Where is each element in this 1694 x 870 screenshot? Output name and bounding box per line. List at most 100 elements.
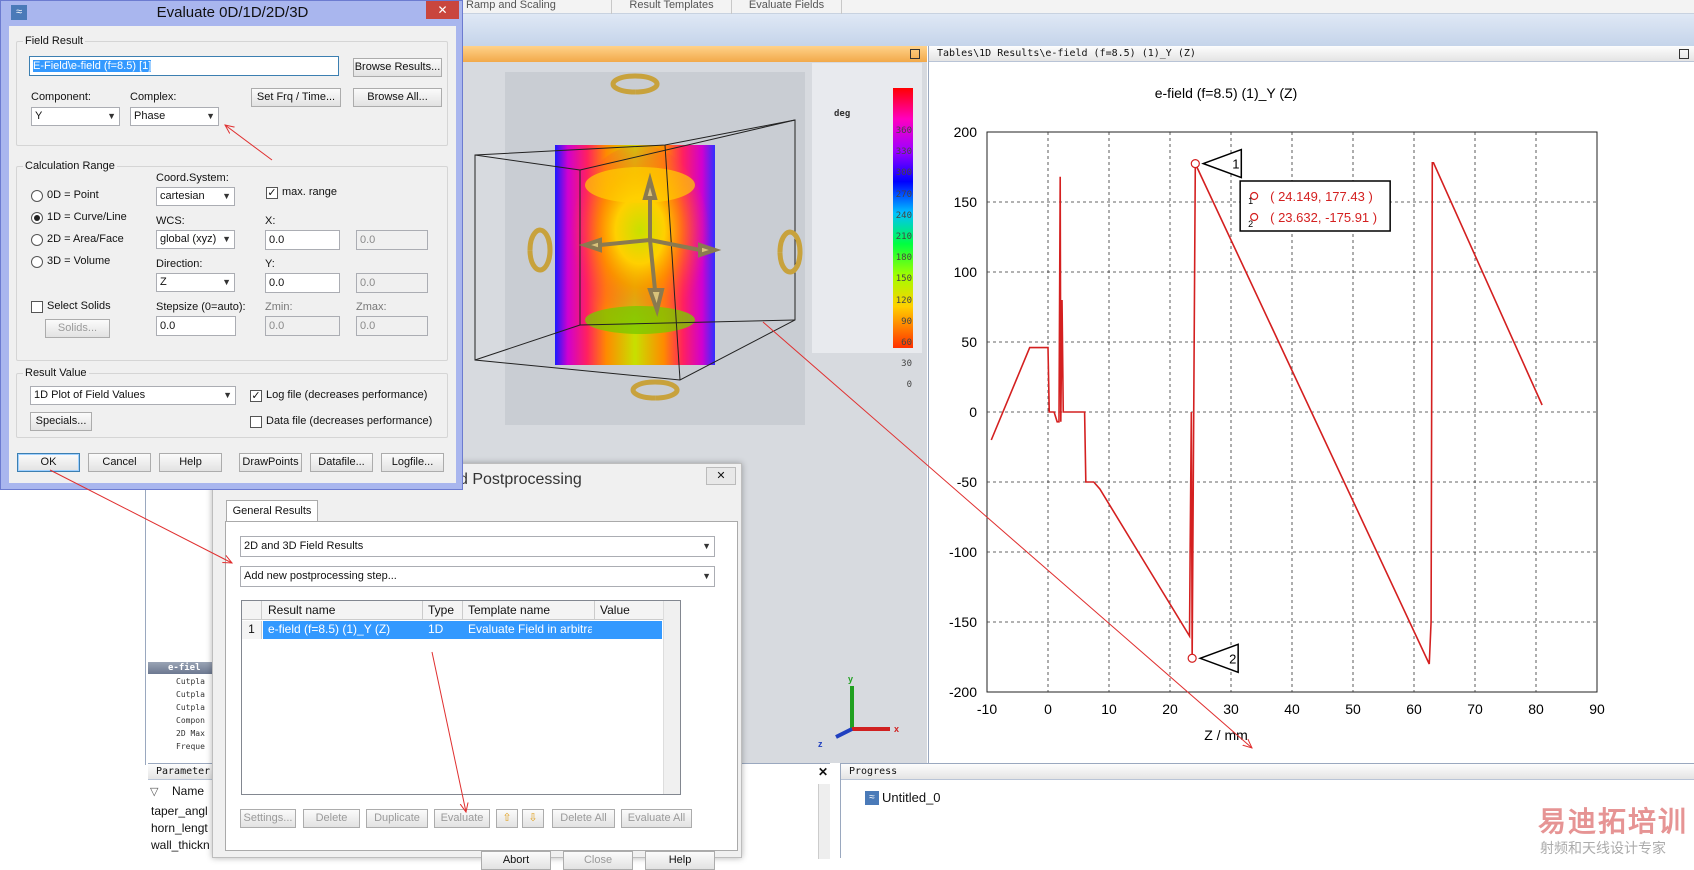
center-lower-panel: ✕ [740,763,830,859]
tree-item[interactable]: Cutpla [176,675,205,688]
param-header: Name [172,784,205,798]
y-tick-label: -200 [949,684,977,700]
cancel-button[interactable]: Cancel [88,453,151,472]
move-down-button[interactable]: ⇩ [522,809,544,828]
ribbon-tab-templates[interactable]: Result Templates [612,0,732,14]
tree-item[interactable]: Cutpla [176,701,205,714]
table-row[interactable]: 1 e-field (f=8.5) (1)_Y (Z) 1D Evaluate … [242,621,662,639]
tree-item[interactable]: Cutpla [176,688,205,701]
help-button[interactable]: Help [645,851,715,870]
set-frq-button[interactable]: Set Frq / Time... [251,88,341,107]
plot-maximize-icon[interactable] [1679,49,1689,59]
radio-1d[interactable] [31,212,43,224]
line-chart[interactable]: -10 0 10 20 30 40 50 60 70 80 90200150100500-50-10… [929,62,1694,763]
legend-tick: 150 [895,274,912,285]
radio-0d[interactable] [31,190,43,202]
chart-title: e-field (f=8.5) (1)_Y (Z) [1155,85,1298,101]
help-button[interactable]: Help [159,453,222,472]
radio-2d[interactable] [31,234,43,246]
x-tick-label: 30 [1223,701,1239,717]
legend-tick: 300 [895,168,912,179]
data-file-checkbox[interactable] [250,416,262,428]
radio-2d-label: 2D = Area/Face [47,233,124,245]
zmin-label: Zmin: [265,301,293,313]
marker-point [1190,158,1200,169]
chevron-down-icon: ▼ [222,234,231,244]
wcs-label: WCS: [156,215,185,227]
component-select[interactable]: Y ▼ [31,107,120,126]
x-tick-label: 60 [1406,701,1422,717]
result-category-select[interactable]: 2D and 3D Field Results ▼ [240,536,715,557]
drawpoints-button[interactable]: DrawPoints [239,453,302,472]
log-file-label: Log file (decreases performance) [266,389,428,401]
field-result-input[interactable]: E-Field\e-field (f=8.5) [1] [29,56,339,76]
legend-tick: 0 [906,380,912,391]
results-table: Result name Type Template name Value 1 e… [241,600,681,795]
close-icon[interactable]: ✕ [818,765,828,779]
table-scrollbar[interactable] [663,601,680,794]
progress-item[interactable]: Untitled_0 [882,790,941,805]
complex-select[interactable]: Phase ▼ [130,107,219,126]
logfile-button[interactable]: Logfile... [381,453,444,472]
plot-panel[interactable]: Tables\1D Results\e-field (f=8.5) (1)_Y … [928,46,1694,763]
x-label: X: [265,215,276,227]
x2-input[interactable]: 0.0 [356,230,428,250]
zmax-input[interactable]: 0.0 [356,316,428,336]
post-tab-general[interactable]: General Results [226,500,318,522]
postprocessing-step-select[interactable]: Add new postprocessing step... ▼ [240,566,715,587]
legend-tick: 60 [901,338,912,348]
delete-button[interactable]: Delete [303,809,360,828]
filter-icon[interactable]: ▽ [150,785,158,798]
move-up-button[interactable]: ⇧ [496,809,518,828]
ribbon-tab-ramp[interactable]: Ramp and Scaling [462,0,612,14]
abort-button[interactable]: Abort [481,851,551,870]
x-input[interactable]: 0.0 [265,230,340,250]
tree-item[interactable]: 2D Max [176,727,205,740]
wcs-select[interactable]: global (xyz) ▼ [156,230,235,249]
col-value[interactable]: Value [600,601,630,619]
specials-button[interactable]: Specials... [30,412,92,431]
col-template[interactable]: Template name [468,601,550,619]
post-close-icon[interactable]: ✕ [706,467,736,485]
result-value-select[interactable]: 1D Plot of Field Values ▼ [30,386,236,405]
param-row[interactable]: taper_angl [151,804,208,818]
dialog-close-button[interactable]: ✕ [426,1,459,19]
ok-button[interactable]: OK [17,453,80,472]
log-file-checkbox[interactable]: ✓ [250,390,262,402]
browse-results-button[interactable]: Browse Results... [353,58,442,77]
direction-select[interactable]: Z ▼ [156,273,235,292]
stepsize-input[interactable]: 0.0 [156,316,236,336]
ribbon-tab-evaluate[interactable]: Evaluate Fields [732,0,842,14]
post-dialog-title: d Postprocessing [459,471,582,488]
tree-item[interactable]: Freque [176,740,205,753]
coord-system-select[interactable]: cartesian ▼ [156,187,235,206]
evaluate-button[interactable]: Evaluate [434,809,490,828]
solids-button[interactable]: Solids... [45,319,110,338]
marker-point [1187,653,1197,663]
y-input[interactable]: 0.0 [265,273,340,293]
y-tick-label: -150 [949,614,977,630]
tree-item[interactable]: Compon [176,714,205,727]
datafile-button[interactable]: Datafile... [310,453,373,472]
duplicate-button[interactable]: Duplicate [366,809,428,828]
y2-input[interactable]: 0.0 [356,273,428,293]
view3d-titlebar [462,46,927,62]
evaluate-all-button[interactable]: Evaluate All [621,809,692,828]
param-row[interactable]: horn_lengt [151,821,208,835]
zmin-input[interactable]: 0.0 [265,316,340,336]
browse-all-button[interactable]: Browse All... [353,88,442,107]
view3d-maximize-icon[interactable] [910,49,920,59]
progress-panel-title: Progress [841,764,1694,780]
param-row[interactable]: wall_thickn [151,838,210,852]
settings-button[interactable]: Settings... [240,809,296,828]
tree-stub: e-fiel Cutpla Cutpla Cutpla Compon 2D Max Fre… [148,662,212,756]
delete-all-button[interactable]: Delete All [552,809,615,828]
radio-3d[interactable] [31,256,43,268]
col-type[interactable]: Type [428,601,454,619]
close-button[interactable]: Close [563,851,633,870]
col-result-name[interactable]: Result name [268,601,335,619]
max-range-checkbox[interactable]: ✓ [266,187,278,199]
select-solids-checkbox[interactable] [31,301,43,313]
scrollbar[interactable] [818,784,830,859]
param-panel: Parameter ▽ Name taper_angl horn_lengt w… [148,763,215,858]
